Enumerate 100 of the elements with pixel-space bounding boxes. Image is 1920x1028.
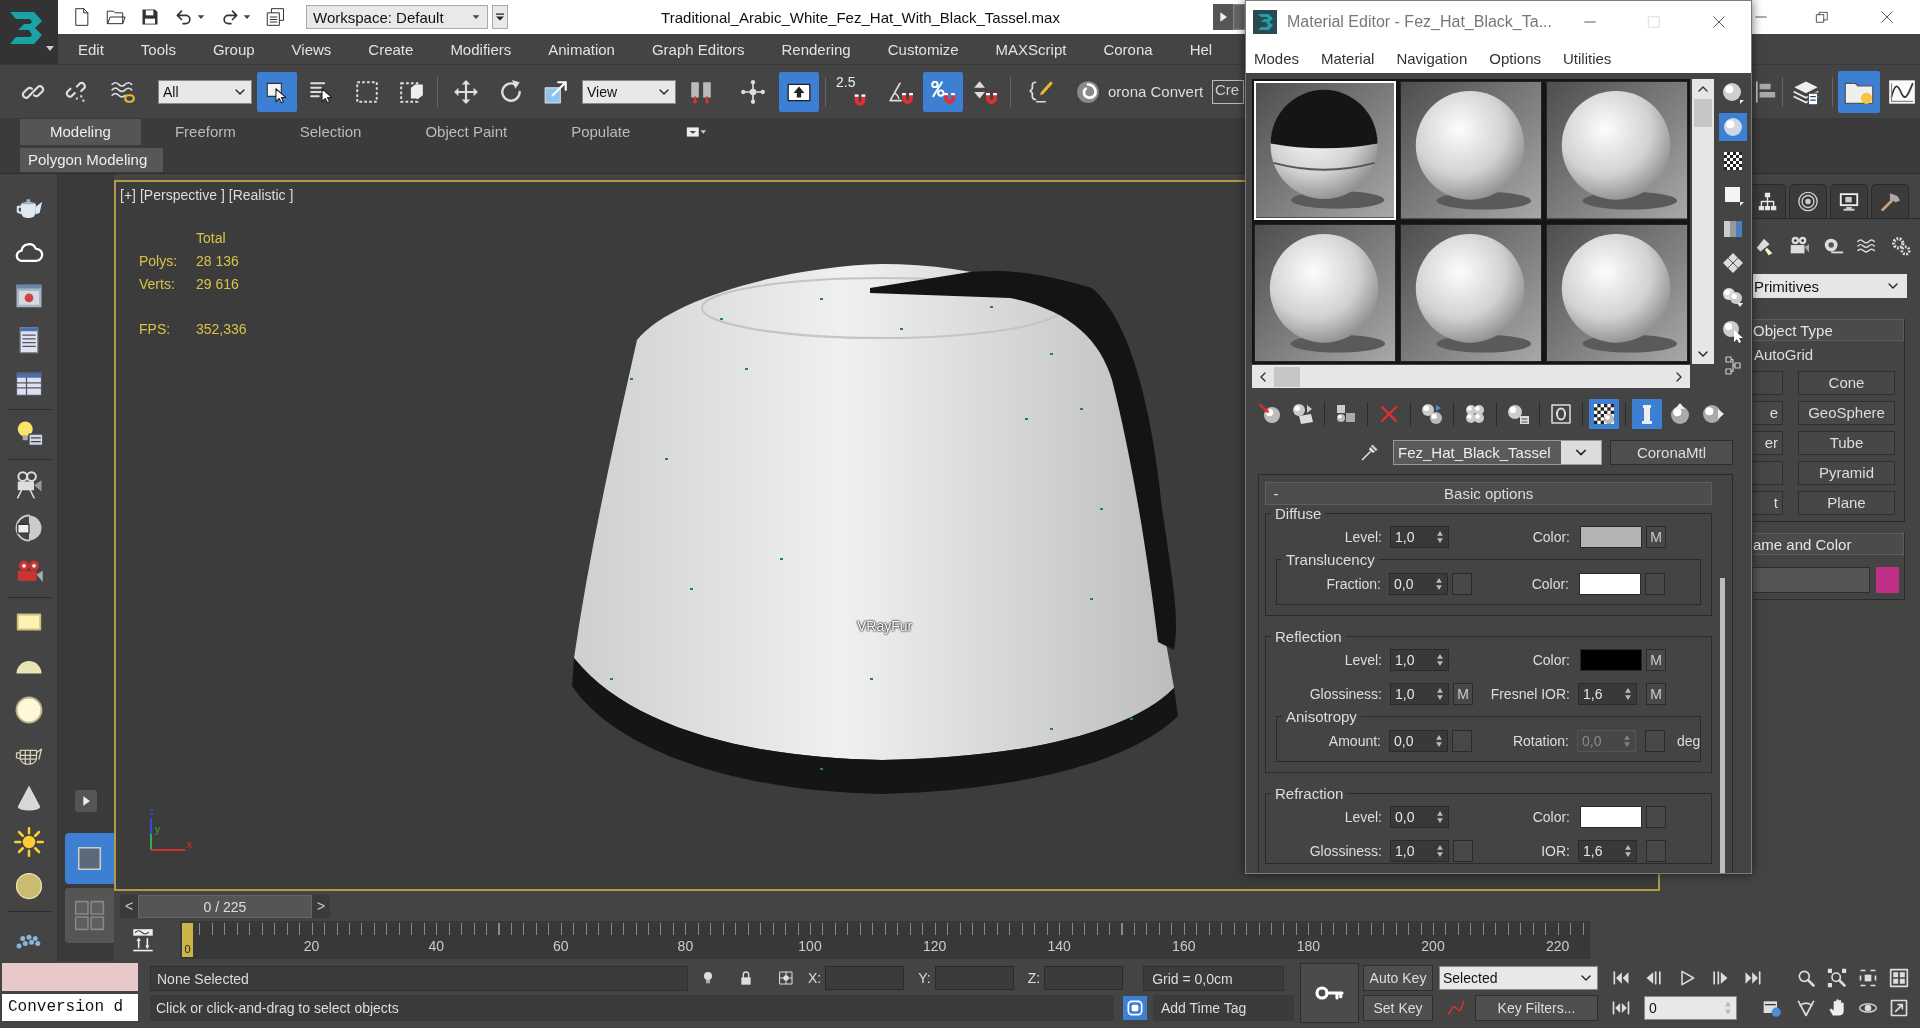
table-icon[interactable] bbox=[13, 369, 44, 399]
caret-down-icon[interactable] bbox=[242, 12, 252, 22]
menu-item[interactable]: Customize bbox=[887, 40, 959, 58]
sun-icon[interactable] bbox=[13, 827, 44, 857]
menu-item[interactable]: Corona bbox=[1103, 40, 1153, 58]
converter-button[interactable]: orona Convert bbox=[1108, 83, 1208, 100]
ribbon-tab[interactable]: Modeling bbox=[20, 119, 141, 145]
menu-item[interactable]: Views bbox=[291, 40, 332, 58]
next-frame-icon[interactable] bbox=[1710, 968, 1730, 988]
menu-item[interactable]: Animation bbox=[548, 40, 615, 58]
menu-item[interactable]: Tools bbox=[140, 40, 176, 58]
caret-down-icon[interactable] bbox=[196, 12, 206, 22]
color-swatch[interactable] bbox=[1579, 573, 1641, 595]
menu-item[interactable]: Modifiers bbox=[450, 40, 512, 58]
color-swatch[interactable] bbox=[1876, 567, 1899, 593]
color-swatch[interactable] bbox=[1580, 649, 1642, 671]
hand-icon[interactable] bbox=[1827, 998, 1847, 1018]
menu-caret-icon[interactable] bbox=[492, 5, 508, 29]
menu-item[interactable]: MAXScript bbox=[995, 40, 1067, 58]
material-slot[interactable] bbox=[1400, 223, 1542, 362]
save-icon[interactable] bbox=[140, 7, 160, 27]
viewport-label[interactable]: [Perspective ] bbox=[139, 187, 225, 203]
to-start-icon[interactable] bbox=[1611, 968, 1631, 988]
material-slot[interactable] bbox=[1546, 223, 1688, 362]
previous-frame-button[interactable]: < bbox=[120, 895, 138, 918]
next-frame-button[interactable]: > bbox=[312, 895, 330, 918]
folder-list-icon[interactable] bbox=[266, 7, 286, 27]
time-marker[interactable]: 0 bbox=[182, 923, 193, 957]
menu-item[interactable]: Group bbox=[212, 40, 255, 58]
scrollbar[interactable] bbox=[1252, 365, 1690, 388]
menu-item[interactable]: Edit bbox=[78, 40, 104, 58]
cursor-box-icon[interactable] bbox=[257, 71, 297, 112]
object-type-button[interactable]: t bbox=[1753, 491, 1783, 515]
spinner-icon[interactable] bbox=[1623, 686, 1633, 702]
collapse-toggle[interactable]: - bbox=[1266, 485, 1286, 502]
viewport-label[interactable]: [Realistic ] bbox=[228, 187, 294, 203]
material-slot[interactable] bbox=[1254, 223, 1396, 362]
spinner-field[interactable]: 0,0 bbox=[1389, 573, 1448, 595]
rollout-header[interactable]: ame and Color bbox=[1753, 533, 1904, 555]
coordinate-system-dropdown[interactable]: View bbox=[582, 79, 676, 104]
spinner-icon[interactable] bbox=[1435, 809, 1445, 825]
triangle-right-icon[interactable] bbox=[75, 790, 97, 812]
fez-material-slot[interactable] bbox=[1254, 81, 1396, 220]
scrollbar-thumb[interactable] bbox=[1694, 99, 1712, 127]
rings-icon[interactable] bbox=[1789, 184, 1827, 218]
lock-icon[interactable] bbox=[738, 970, 754, 986]
workspace-dropdown[interactable]: Workspace: Default bbox=[306, 5, 488, 29]
zoom-extents-icon[interactable] bbox=[1858, 968, 1878, 988]
undo-icon[interactable] bbox=[174, 7, 194, 27]
redo-icon[interactable] bbox=[220, 7, 240, 27]
scrollbar[interactable] bbox=[1692, 79, 1714, 364]
target-square-icon[interactable] bbox=[778, 970, 794, 986]
map-button[interactable]: M bbox=[1646, 526, 1666, 548]
shaded-sphere-icon[interactable] bbox=[13, 871, 44, 901]
material-slot[interactable] bbox=[1400, 81, 1542, 220]
spinner-field[interactable]: 1,6 bbox=[1578, 683, 1637, 705]
spinner-field[interactable]: 1,0 bbox=[1390, 840, 1449, 862]
spinner-field[interactable]: 0,0 bbox=[1390, 806, 1449, 828]
map-button[interactable]: M bbox=[1646, 683, 1666, 705]
maximize-view-icon[interactable] bbox=[1889, 998, 1909, 1018]
time-slider-thumb[interactable]: 0 / 225 bbox=[138, 895, 312, 918]
set-key-button[interactable]: Set Key bbox=[1363, 995, 1433, 1021]
snap-toggle[interactable]: 2.5 bbox=[833, 71, 873, 112]
coordinate-field[interactable] bbox=[825, 966, 905, 990]
field-of-view-icon[interactable] bbox=[1796, 998, 1816, 1018]
material-type-button[interactable]: CoronaMtl bbox=[1610, 439, 1733, 465]
app-logo-icon[interactable] bbox=[0, 0, 58, 64]
listener-input-field[interactable] bbox=[2, 963, 138, 991]
menu-item[interactable]: Navigation bbox=[1396, 49, 1468, 67]
key-mode-icon[interactable] bbox=[1611, 998, 1631, 1018]
menu-item[interactable]: Rendering bbox=[781, 40, 851, 58]
color-swatch[interactable] bbox=[1580, 526, 1642, 548]
hierarchy-icon[interactable] bbox=[1753, 184, 1786, 218]
curve-arrows-icon[interactable] bbox=[130, 927, 156, 953]
object-type-button[interactable]: er bbox=[1753, 431, 1783, 455]
menu-item[interactable]: Utilities bbox=[1563, 49, 1612, 67]
spinner-icon[interactable] bbox=[1435, 843, 1445, 859]
spinner-icon[interactable] bbox=[1434, 733, 1444, 749]
restore-icon[interactable] bbox=[1815, 10, 1829, 24]
material-slot[interactable] bbox=[1546, 81, 1688, 220]
add-time-tag-button[interactable]: Add Time Tag bbox=[1153, 995, 1294, 1021]
spinner-icon[interactable] bbox=[1434, 576, 1444, 592]
name-field[interactable] bbox=[1753, 567, 1870, 593]
spinner-field[interactable]: 1,0 bbox=[1390, 526, 1449, 548]
auto-key-button[interactable]: Auto Key bbox=[1363, 965, 1433, 991]
ribbon-tab[interactable]: Populate bbox=[541, 119, 661, 145]
spinner-icon[interactable] bbox=[1435, 652, 1445, 668]
close-icon[interactable] bbox=[1880, 10, 1894, 24]
quad-pane-icon[interactable] bbox=[64, 888, 114, 943]
triangle-right-icon[interactable] bbox=[1213, 4, 1233, 30]
key-filters-button[interactable]: Key Filters... bbox=[1475, 995, 1598, 1021]
ribbon-tab[interactable]: Freeform bbox=[144, 119, 266, 145]
menu-item[interactable]: Material bbox=[1321, 49, 1375, 67]
spinner-field[interactable]: 0,0 bbox=[1389, 730, 1448, 752]
folder-bulb-icon[interactable] bbox=[1838, 70, 1880, 113]
close-icon[interactable] bbox=[1712, 15, 1726, 29]
hammer-icon[interactable] bbox=[1871, 184, 1909, 218]
rounded-square-icon[interactable] bbox=[1123, 996, 1147, 1020]
ribbon-panel-title[interactable]: Polygon Modeling bbox=[20, 147, 163, 172]
key-icon[interactable] bbox=[1300, 963, 1359, 1023]
